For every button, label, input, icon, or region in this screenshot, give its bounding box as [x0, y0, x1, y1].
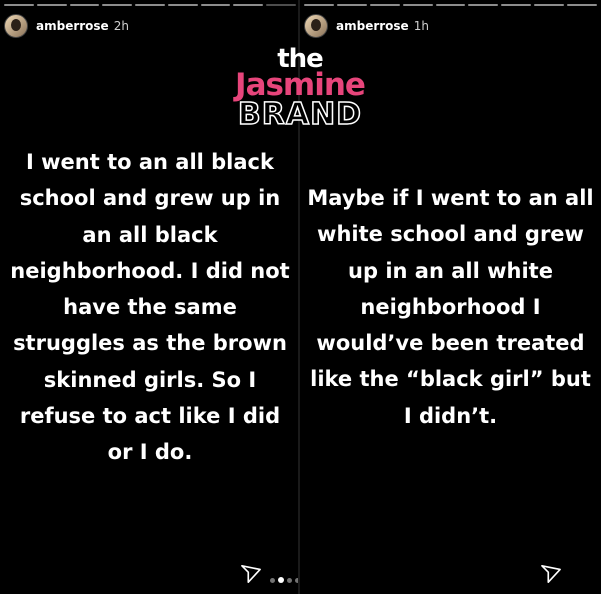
story-header[interactable]: amberrose 2h — [4, 14, 129, 38]
caption-line: I didn’t. — [403, 403, 498, 428]
progress-segment — [167, 4, 198, 6]
send-icon[interactable] — [240, 564, 262, 584]
watermark-brand: BRAND — [237, 97, 363, 132]
progress-segment — [200, 4, 231, 6]
caption-line: have the same — [63, 295, 237, 320]
story-progress-bar — [304, 4, 598, 6]
username[interactable]: amberrose — [336, 19, 409, 33]
story-caption: I went to an all black school and grew u… — [2, 144, 298, 471]
caption-line: neighborhood. I did not — [10, 258, 290, 283]
username[interactable]: amberrose — [36, 19, 109, 33]
caption-line: skinned girls. So I — [43, 367, 257, 392]
caption-line: refuse to act like I did — [19, 404, 281, 429]
progress-segment — [435, 4, 466, 6]
caption-line: an all black — [82, 222, 218, 247]
progress-segment — [468, 4, 499, 6]
story-header[interactable]: amberrose 1h — [304, 14, 429, 38]
caption-line: Maybe if I went to an all — [307, 186, 594, 210]
pagination-dots — [270, 577, 300, 583]
progress-segment — [567, 4, 598, 6]
progress-segment — [304, 4, 334, 6]
progress-segment — [369, 4, 400, 6]
progress-segment — [336, 4, 367, 6]
progress-segment — [69, 4, 100, 6]
avatar[interactable] — [304, 14, 328, 38]
progress-segment — [501, 4, 532, 6]
watermark-name: Jasmine — [235, 67, 366, 103]
timestamp: 2h — [113, 19, 129, 33]
progress-segment — [534, 4, 565, 6]
pagination-dot — [270, 577, 275, 583]
timestamp: 1h — [413, 19, 429, 33]
caption-line: neighborhood I — [360, 294, 541, 319]
caption-line: up in an all white — [348, 258, 553, 283]
progress-segment — [402, 4, 433, 6]
caption-line: white school and grew — [317, 222, 584, 247]
caption-line: struggles as the brown — [13, 331, 287, 356]
caption-line: or I do. — [107, 440, 193, 465]
story-caption: Maybe if I went to an all white school a… — [300, 180, 601, 434]
send-icon[interactable] — [540, 564, 562, 584]
avatar[interactable] — [4, 14, 28, 38]
progress-segment — [233, 4, 264, 6]
progress-segment — [102, 4, 133, 6]
caption-line: school and grew up in — [19, 186, 281, 211]
progress-segment — [266, 4, 297, 6]
story-progress-bar — [4, 4, 297, 6]
pagination-dot — [287, 577, 292, 583]
pagination-dot-active — [278, 577, 284, 583]
caption-line: like the “black girl” but — [310, 367, 591, 392]
progress-segment — [135, 4, 165, 6]
progress-segment — [4, 4, 34, 6]
caption-line: would’ve been treated — [316, 331, 585, 356]
caption-line: I went to an all black — [26, 150, 274, 174]
progress-segment — [36, 4, 67, 6]
jasmine-brand-watermark: the Jasmine BRAND — [215, 46, 385, 132]
